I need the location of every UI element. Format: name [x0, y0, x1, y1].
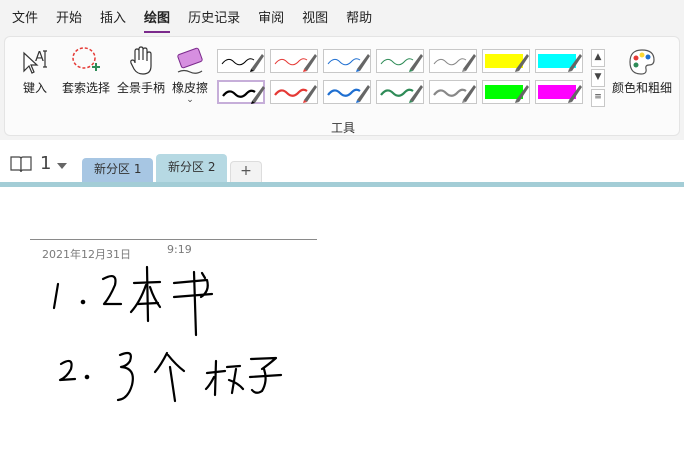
pen-swatch[interactable] — [270, 49, 318, 73]
palette-icon — [609, 43, 675, 77]
gallery-scroll: ▲ ▼ ≡ — [591, 49, 605, 109]
eraser-dropdown-icon[interactable]: ⌄ — [169, 96, 211, 105]
pen-icon — [222, 86, 265, 104]
pen-icon — [327, 85, 370, 103]
ink-digit-2b — [58, 359, 77, 382]
add-section-button[interactable]: + — [230, 161, 262, 182]
menu-home[interactable]: 开始 — [56, 10, 90, 30]
ink-shu-dot — [200, 271, 207, 280]
pen-icon — [433, 85, 476, 103]
pen-icon — [380, 54, 423, 72]
lasso-icon — [61, 43, 111, 77]
highlighter-icon — [538, 54, 582, 72]
ink-bei-l1 — [204, 375, 216, 391]
title-area: 文件 开始 插入 绘图 历史记录 审阅 视图 帮助 A 键入 套索选择 全景手柄… — [0, 0, 684, 140]
pen-swatch[interactable] — [323, 49, 371, 73]
ink-dot-2 — [84, 374, 90, 380]
pen-swatch[interactable] — [429, 80, 477, 104]
pen-icon — [380, 85, 423, 103]
pen-swatch[interactable] — [217, 80, 265, 104]
lasso-label: 套索选择 — [61, 81, 110, 95]
highlighter-icon — [485, 85, 529, 103]
pen-icon — [433, 54, 476, 72]
ink-ge-v — [168, 365, 177, 403]
ribbon: A 键入 套索选择 全景手柄 橡皮擦 ⌄ ▲ ▼ ≡ 颜色和粗细 工具 — [4, 36, 680, 136]
type-cursor-icon: A — [17, 43, 53, 77]
handwriting-ink[interactable] — [0, 187, 684, 471]
pen-swatch[interactable] — [376, 80, 424, 104]
ink-ge-left — [153, 351, 169, 374]
ink-zi-hook — [250, 367, 267, 394]
pen-swatch[interactable] — [270, 80, 318, 104]
ink-ben-v — [145, 265, 150, 323]
pen-icon — [221, 54, 264, 72]
ink-ben-left — [129, 283, 148, 314]
ink-ben-bar — [136, 301, 160, 306]
pen-gallery — [217, 49, 589, 109]
highlighter-swatch[interactable] — [482, 49, 530, 73]
ink-dot-1 — [80, 299, 86, 305]
svg-text:A: A — [35, 50, 44, 65]
highlighter-icon — [485, 54, 529, 72]
highlighter-icon — [538, 85, 582, 103]
type-label: 键入 — [22, 81, 47, 95]
ink-digit-2 — [101, 275, 123, 306]
gallery-up-button[interactable]: ▲ — [591, 49, 605, 67]
notebook-dropdown-icon[interactable] — [57, 163, 67, 169]
highlighter-swatch[interactable] — [535, 49, 583, 73]
color-label: 颜色和粗细 — [611, 81, 672, 95]
menu-bar: 文件 开始 插入 绘图 历史记录 审阅 视图 帮助 — [12, 10, 390, 33]
pen-icon — [274, 85, 317, 103]
panning-hand-button[interactable]: 全景手柄 — [115, 43, 167, 96]
menu-draw[interactable]: 绘图 — [144, 10, 178, 33]
gallery-more-button[interactable]: ≡ — [591, 89, 605, 107]
ink-bei-r2 — [227, 378, 245, 391]
notebook-number[interactable]: 1 — [40, 153, 51, 174]
pen-swatch[interactable] — [429, 49, 477, 73]
tab-section-2[interactable]: 新分区 2 — [156, 154, 228, 182]
menu-help[interactable]: 帮助 — [346, 10, 380, 30]
highlighter-swatch[interactable] — [535, 80, 583, 104]
ink-zi-bar — [248, 373, 283, 379]
hand-icon — [115, 43, 167, 77]
notebook-icon[interactable] — [9, 154, 33, 178]
ink-digit-3 — [116, 351, 134, 402]
ink-shu-mid — [172, 292, 214, 299]
menu-view[interactable]: 视图 — [302, 10, 336, 30]
ink-digit-1 — [52, 282, 60, 310]
menu-history[interactable]: 历史记录 — [188, 10, 248, 30]
menu-review[interactable]: 审阅 — [258, 10, 292, 30]
page-canvas[interactable]: 2021年12月31日 9:19 — [0, 187, 684, 471]
pen-swatch[interactable] — [376, 49, 424, 73]
pen-icon — [274, 54, 317, 72]
eraser-icon — [169, 43, 211, 77]
pen-icon — [327, 54, 370, 72]
pen-swatch[interactable] — [323, 80, 371, 104]
eraser-label: 橡皮擦 — [171, 81, 208, 95]
menu-file[interactable]: 文件 — [12, 10, 46, 30]
section-tabstrip: 1 新分区 1 新分区 2 + — [0, 148, 684, 184]
ink-zi-top — [249, 356, 278, 371]
menu-insert[interactable]: 插入 — [100, 10, 134, 30]
tools-group-label: 工具 — [330, 121, 355, 135]
highlighter-swatch[interactable] — [482, 80, 530, 104]
color-thickness-button[interactable]: 颜色和粗细 — [609, 43, 675, 96]
pen-swatch[interactable] — [217, 49, 265, 73]
type-button[interactable]: A 键入 — [17, 43, 53, 96]
tab-section-1[interactable]: 新分区 1 — [82, 158, 154, 182]
lasso-select-button[interactable]: 套索选择 — [61, 43, 111, 96]
ink-bei-v1 — [213, 359, 218, 397]
eraser-button[interactable]: 橡皮擦 ⌄ — [169, 43, 211, 105]
pan-label: 全景手柄 — [116, 81, 165, 95]
ink-bei-h2 — [225, 364, 242, 369]
gallery-down-button[interactable]: ▼ — [591, 69, 605, 87]
